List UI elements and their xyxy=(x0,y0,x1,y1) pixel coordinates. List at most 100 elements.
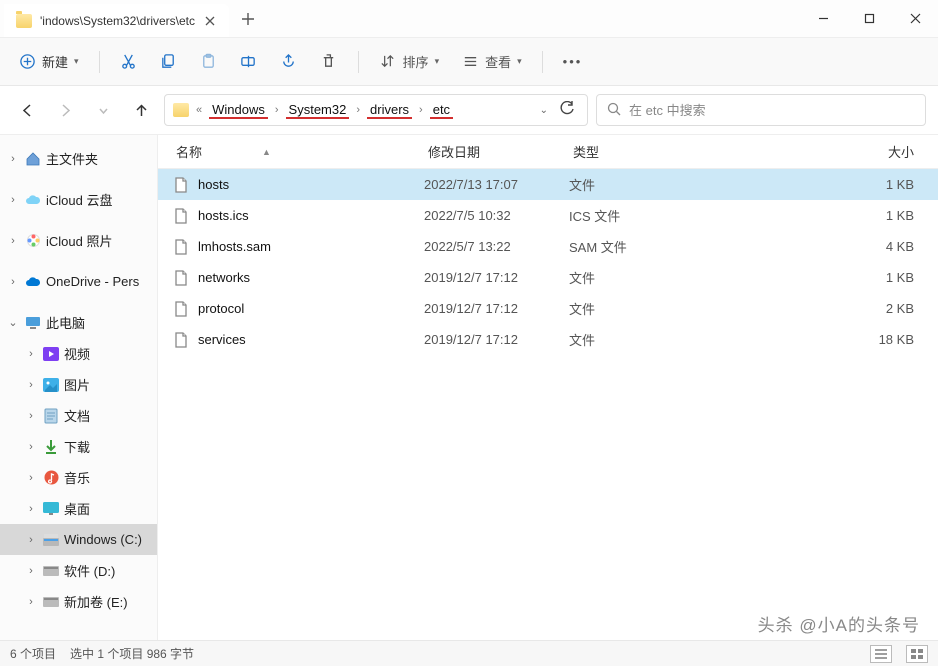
details-view-button[interactable] xyxy=(870,645,892,663)
sidebar-item-videos[interactable]: ›视频 xyxy=(0,338,157,369)
sidebar-item-newvol-e[interactable]: ›新加卷 (E:) xyxy=(0,586,157,617)
sidebar-item-thispc[interactable]: ⌄此电脑 xyxy=(0,307,157,338)
statusbar: 6 个项目 选中 1 个项目 986 字节 xyxy=(0,640,938,666)
search-input[interactable] xyxy=(629,103,915,118)
toolbar: 新建 ▾ 排序 ▾ 查看 ▾ ••• xyxy=(0,38,938,86)
address-bar[interactable]: « Windows › System32 › drivers › etc ⌄ xyxy=(164,94,588,126)
photos-icon xyxy=(24,233,42,249)
icons-view-button[interactable] xyxy=(906,645,928,663)
status-count: 6 个项目 xyxy=(10,645,56,662)
copy-button[interactable] xyxy=(152,46,186,78)
file-type: 文件 xyxy=(569,175,701,194)
delete-button[interactable] xyxy=(312,46,346,78)
new-icon xyxy=(18,53,36,71)
back-button[interactable] xyxy=(12,95,42,125)
file-size: 1 KB xyxy=(701,270,938,285)
col-type[interactable]: 类型 xyxy=(573,142,705,161)
breadcrumb-etc[interactable]: etc xyxy=(430,102,453,119)
close-button[interactable] xyxy=(892,0,938,37)
pictures-icon xyxy=(42,377,60,393)
sidebar-item-onedrive[interactable]: ›OneDrive - Pers xyxy=(0,266,157,297)
drive-icon xyxy=(42,594,60,610)
file-name: hosts.ics xyxy=(198,208,424,223)
col-size[interactable]: 大小 xyxy=(705,142,938,161)
file-row[interactable]: lmhosts.sam2022/5/7 13:22SAM 文件4 KB xyxy=(158,231,938,262)
file-name: protocol xyxy=(198,301,424,316)
onedrive-icon xyxy=(24,274,42,290)
sidebar-item-desktop[interactable]: ›桌面 xyxy=(0,493,157,524)
minimize-button[interactable] xyxy=(800,0,846,37)
file-date: 2019/12/7 17:12 xyxy=(424,270,569,285)
breadcrumb-windows[interactable]: Windows xyxy=(209,102,268,119)
col-date[interactable]: 修改日期 xyxy=(428,142,573,161)
sidebar-item-icloud-photos[interactable]: ›iCloud 照片 xyxy=(0,225,157,256)
new-tab-button[interactable] xyxy=(229,0,267,37)
folder-icon xyxy=(16,14,32,28)
new-button[interactable]: 新建 ▾ xyxy=(10,46,87,78)
sidebar-item-pictures[interactable]: ›图片 xyxy=(0,369,157,400)
tab-close-button[interactable] xyxy=(203,14,217,28)
file-size: 4 KB xyxy=(701,239,938,254)
sidebar-item-windows-c[interactable]: ›Windows (C:) xyxy=(0,524,157,555)
sidebar-item-music[interactable]: ›音乐 xyxy=(0,462,157,493)
chevron-right-icon: › xyxy=(416,104,426,116)
file-row[interactable]: networks2019/12/7 17:12文件1 KB xyxy=(158,262,938,293)
file-date: 2019/12/7 17:12 xyxy=(424,332,569,347)
file-row[interactable]: hosts2022/7/13 17:07文件1 KB xyxy=(158,169,938,200)
sidebar-item-software-d[interactable]: ›软件 (D:) xyxy=(0,555,157,586)
file-icon xyxy=(172,207,190,225)
sidebar-item-home[interactable]: ›主文件夹 xyxy=(0,143,157,174)
file-type: 文件 xyxy=(569,299,701,318)
up-button[interactable] xyxy=(126,95,156,125)
chevron-right-icon: › xyxy=(353,104,363,116)
sidebar-item-icloud-drive[interactable]: ›iCloud 云盘 xyxy=(0,184,157,215)
file-size: 1 KB xyxy=(701,177,938,192)
file-type: 文件 xyxy=(569,268,701,287)
file-row[interactable]: services2019/12/7 17:12文件18 KB xyxy=(158,324,938,355)
file-icon xyxy=(172,238,190,256)
file-size: 1 KB xyxy=(701,208,938,223)
tab-title: 'indows\System32\drivers\etc xyxy=(40,14,195,28)
file-row[interactable]: hosts.ics2022/7/5 10:32ICS 文件1 KB xyxy=(158,200,938,231)
chevron-down-icon: ▾ xyxy=(74,56,79,67)
folder-icon xyxy=(173,103,189,117)
sidebar: ›主文件夹 ›iCloud 云盘 ›iCloud 照片 ›OneDrive - … xyxy=(0,135,158,640)
sidebar-item-downloads[interactable]: ›下载 xyxy=(0,431,157,462)
documents-icon xyxy=(42,408,60,424)
chevron-right-icon: › xyxy=(272,104,282,116)
rename-button[interactable] xyxy=(232,46,266,78)
recent-button[interactable] xyxy=(88,95,118,125)
file-icon xyxy=(172,176,190,194)
tab[interactable]: 'indows\System32\drivers\etc xyxy=(4,4,229,37)
cut-button[interactable] xyxy=(112,46,146,78)
file-date: 2019/12/7 17:12 xyxy=(424,301,569,316)
view-button[interactable]: 查看 ▾ xyxy=(453,46,530,78)
paste-button[interactable] xyxy=(192,46,226,78)
search-box[interactable] xyxy=(596,94,926,126)
breadcrumb-system32[interactable]: System32 xyxy=(286,102,350,119)
file-name: networks xyxy=(198,270,424,285)
cloud-icon xyxy=(24,192,42,208)
address-row: « Windows › System32 › drivers › etc ⌄ xyxy=(0,86,938,134)
file-type: SAM 文件 xyxy=(569,237,701,256)
share-button[interactable] xyxy=(272,46,306,78)
maximize-button[interactable] xyxy=(846,0,892,37)
file-row[interactable]: protocol2019/12/7 17:12文件2 KB xyxy=(158,293,938,324)
titlebar: 'indows\System32\drivers\etc xyxy=(0,0,938,38)
file-type: 文件 xyxy=(569,330,701,349)
file-pane: 名称▲ 修改日期 类型 大小 hosts2022/7/13 17:07文件1 K… xyxy=(158,135,938,640)
col-name[interactable]: 名称▲ xyxy=(176,142,428,161)
file-name: hosts xyxy=(198,177,424,192)
sort-icon xyxy=(379,53,397,71)
file-name: services xyxy=(198,332,424,347)
more-button[interactable]: ••• xyxy=(555,46,591,78)
refresh-button[interactable] xyxy=(560,101,575,119)
share-icon xyxy=(280,53,298,71)
breadcrumb-drivers[interactable]: drivers xyxy=(367,102,412,119)
rename-icon xyxy=(240,53,258,71)
address-dropdown-icon[interactable]: ⌄ xyxy=(540,105,548,116)
sort-button[interactable]: 排序 ▾ xyxy=(371,46,448,78)
sidebar-item-documents[interactable]: ›文档 xyxy=(0,400,157,431)
drive-icon xyxy=(42,532,60,548)
forward-button[interactable] xyxy=(50,95,80,125)
